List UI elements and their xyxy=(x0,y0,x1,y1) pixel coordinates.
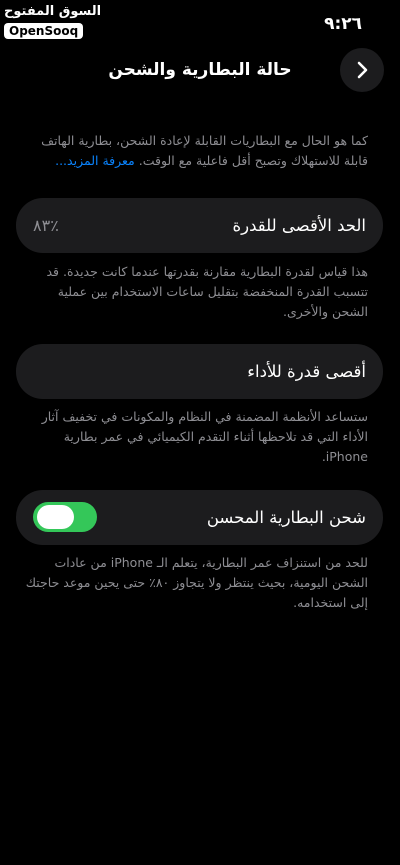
page-title-text: حالة البطارية والشحن xyxy=(108,60,292,80)
opensooq-watermark: السوق المفتوح OpenSooq xyxy=(4,4,101,39)
peak-performance-row[interactable]: أقصى قدرة للأداء xyxy=(16,344,383,399)
learn-more-link[interactable]: معرفة المزيد... xyxy=(55,153,135,168)
max-capacity-value: ٪٨٣ xyxy=(33,216,59,235)
watermark-english: OpenSooq xyxy=(4,23,84,39)
max-capacity-row: الحد الأقصى للقدرة ٪٨٣ xyxy=(16,198,383,253)
optimized-charging-label: شحن البطارية المحسن xyxy=(206,508,366,527)
intro-description: كما هو الحال مع البطاريات القابلة لإعادة… xyxy=(22,131,368,171)
optimized-charging-toggle[interactable] xyxy=(33,502,97,532)
back-button[interactable] xyxy=(340,48,384,92)
optimized-charging-description: للحد من استنزاف عمر البطارية، يتعلم الـ … xyxy=(25,555,368,610)
max-capacity-description: هذا قياس لقدرة البطارية مقارنة بقدرتها ع… xyxy=(46,264,368,319)
chevron-right-icon xyxy=(357,61,368,79)
peak-performance-description: ستساعد الأنظمة المضمنة في النظام والمكون… xyxy=(41,409,368,464)
optimized-charging-row: شحن البطارية المحسن xyxy=(16,490,383,545)
toggle-knob xyxy=(37,505,74,529)
watermark-arabic: السوق المفتوح xyxy=(4,4,102,19)
max-capacity-label: الحد الأقصى للقدرة xyxy=(232,216,366,235)
status-time: ٩:٢٦ xyxy=(324,14,362,34)
peak-performance-label: أقصى قدرة للأداء xyxy=(247,362,366,381)
